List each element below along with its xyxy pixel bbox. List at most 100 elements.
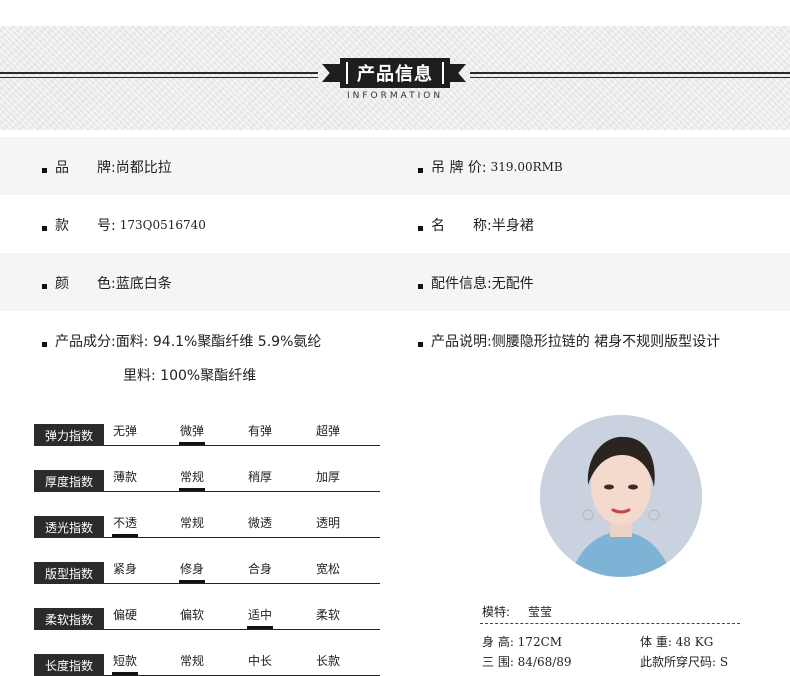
index-option-text: 透明 <box>315 516 340 530</box>
index-label: 柔软指数 <box>34 608 104 630</box>
index-option-text: 有弹 <box>247 424 272 438</box>
description-field: 产品说明: 侧腰隐形拉链的 裙身不规则版型设计 <box>418 331 720 351</box>
color-label: 颜 色: <box>55 276 116 292</box>
model-measurements: 三 围: 84/68/89 <box>482 655 572 669</box>
index-row: 弹力指数 无弹 微弹 有弹 超弹 <box>34 422 380 446</box>
bullet-icon <box>42 225 47 231</box>
model-size: 此款所穿尺码: S <box>640 655 729 669</box>
composition-line-1: 面料: 94.1%聚酯纤维 5.9%氨纶 <box>115 334 322 350</box>
index-option: 稍厚 <box>235 468 285 485</box>
selected-marker <box>112 672 138 675</box>
composition-field: 产品成分: 面料: 94.1%聚酯纤维 5.9%氨纶 <box>42 331 321 351</box>
model-portrait-icon <box>540 415 702 577</box>
index-option-text: 短款 <box>112 654 137 668</box>
index-option: 宽松 <box>303 560 353 577</box>
selected-marker <box>247 626 273 629</box>
index-row: 透光指数 不透 常规 微透 透明 <box>34 514 380 538</box>
index-option-text: 不透 <box>112 516 137 530</box>
index-option: 修身 <box>167 560 217 583</box>
index-option: 紧身 <box>100 560 150 577</box>
section-subtitle: INFORMATION <box>346 91 444 101</box>
index-option: 长款 <box>303 652 353 669</box>
index-option: 透明 <box>303 514 353 531</box>
index-option: 微透 <box>235 514 285 531</box>
bullet-icon <box>42 283 47 289</box>
index-label: 厚度指数 <box>34 470 104 492</box>
index-option: 短款 <box>100 652 150 675</box>
index-option: 微弹 <box>167 422 217 445</box>
index-option: 超弹 <box>303 422 353 439</box>
index-row: 版型指数 紧身 修身 合身 宽松 <box>34 560 380 584</box>
index-option: 常规 <box>167 468 217 491</box>
index-label: 版型指数 <box>34 562 104 584</box>
index-option-text: 稍厚 <box>247 470 272 484</box>
composition-line-2-wrap: 里料: 100%聚酯纤维 <box>123 365 256 385</box>
section-title: 产品信息 <box>340 58 450 88</box>
index-option-text: 宽松 <box>315 562 340 576</box>
index-row: 厚度指数 薄款 常规 稍厚 加厚 <box>34 468 380 492</box>
header-rule-left <box>0 72 318 74</box>
name-value: 半身裙 <box>491 218 534 234</box>
index-option-text: 紧身 <box>112 562 137 576</box>
brand-value: 尚都比拉 <box>115 160 172 176</box>
index-option-text: 长款 <box>315 654 340 668</box>
color-field: 颜 色: 蓝底白条 <box>42 273 172 293</box>
selected-marker <box>179 580 205 583</box>
index-option: 常规 <box>167 652 217 669</box>
name-field: 名 称: 半身裙 <box>418 215 534 235</box>
index-row: 柔软指数 偏硬 偏软 适中 柔软 <box>34 606 380 630</box>
model-name-label: 模特: <box>482 605 511 619</box>
index-option: 加厚 <box>303 468 353 485</box>
index-option: 无弹 <box>100 422 150 439</box>
style-no-label: 款 号: <box>55 218 116 234</box>
bullet-icon <box>418 225 423 231</box>
composition-line-2: 里料: 100%聚酯纤维 <box>123 368 257 384</box>
index-option-text: 常规 <box>179 654 204 668</box>
model-name: 模特: 莹莹 <box>482 603 552 620</box>
bullet-icon <box>418 167 423 173</box>
name-label: 名 称: <box>431 218 492 234</box>
index-option: 不透 <box>100 514 150 537</box>
index-option: 中长 <box>235 652 285 669</box>
index-option-text: 加厚 <box>315 470 340 484</box>
index-option: 合身 <box>235 560 285 577</box>
selected-marker <box>179 488 205 491</box>
index-option-text: 超弹 <box>315 424 340 438</box>
description-label: 产品说明: <box>431 334 492 350</box>
selected-marker <box>179 442 205 445</box>
composition-label: 产品成分: <box>55 334 116 350</box>
index-option: 有弹 <box>235 422 285 439</box>
brand-label: 品 牌: <box>55 160 116 176</box>
style-no-value: 173Q0516740 <box>119 218 206 232</box>
color-value: 蓝底白条 <box>115 276 172 292</box>
header-rule-right-thin <box>470 77 790 78</box>
index-option: 常规 <box>167 514 217 531</box>
index-row: 长度指数 短款 常规 中长 长款 <box>34 652 380 676</box>
accessory-label: 配件信息: <box>431 276 492 292</box>
header-rule-left-thin <box>0 77 318 78</box>
accessory-value: 无配件 <box>491 276 534 292</box>
index-option-text: 薄款 <box>112 470 137 484</box>
index-option-text: 适中 <box>247 608 272 622</box>
model-divider <box>480 623 740 624</box>
header-rule-right <box>470 72 790 74</box>
index-option-text: 常规 <box>179 470 204 484</box>
index-label: 弹力指数 <box>34 424 104 446</box>
model-height: 身 高: 172CM <box>482 635 563 649</box>
accessory-field: 配件信息: 无配件 <box>418 273 534 293</box>
model-photo <box>540 415 702 577</box>
index-option: 薄款 <box>100 468 150 485</box>
model-weight: 体 重: 48 KG <box>640 635 714 649</box>
tag-price-field: 吊 牌 价: 319.00RMB <box>418 157 563 177</box>
index-option-text: 常规 <box>179 516 204 530</box>
selected-marker <box>112 534 138 537</box>
bullet-icon <box>42 167 47 173</box>
bullet-icon <box>418 341 423 347</box>
tag-price-label: 吊 牌 价: <box>431 160 487 176</box>
model-name-value: 莹莹 <box>528 605 553 619</box>
index-option: 适中 <box>235 606 285 629</box>
index-option: 偏硬 <box>100 606 150 623</box>
brand-field: 品 牌: 尚都比拉 <box>42 157 172 177</box>
bullet-icon <box>418 283 423 289</box>
index-option-text: 柔软 <box>315 608 340 622</box>
